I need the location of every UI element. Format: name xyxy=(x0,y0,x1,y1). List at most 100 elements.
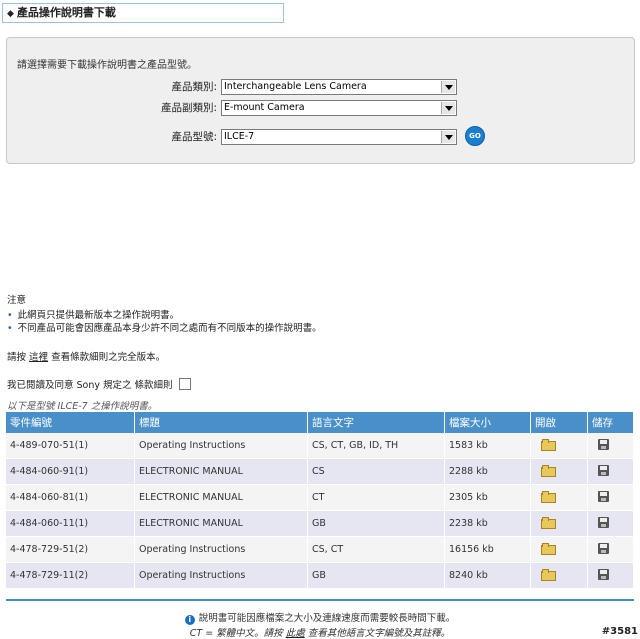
subcategory-row: 產品副類別: E-mount Camera xyxy=(7,99,634,117)
manuals-table: 零件編號 標題 語言文字 檔案大小 開啟 儲存 4-489-070-51(1) … xyxy=(6,412,634,589)
file-size: 16156 kb xyxy=(444,536,531,563)
manual-language: CS, CT xyxy=(307,536,445,563)
manual-title: Operating Instructions xyxy=(134,562,308,589)
column-header-size: 檔案大小 xyxy=(444,412,531,433)
manual-language: CT xyxy=(307,484,445,511)
terms-prefix: 請按 xyxy=(7,352,27,363)
column-header-part: 零件編號 xyxy=(6,412,135,433)
open-folder-icon[interactable] xyxy=(541,465,556,477)
agree-checkbox[interactable] xyxy=(178,378,191,390)
save-cell xyxy=(587,484,634,511)
table-row: 4-484-060-81(1) ELECTRONIC MANUAL CT 230… xyxy=(6,484,634,511)
part-number: 4-484-060-81(1) xyxy=(6,484,135,511)
agree-label: 我已閱讀及同意 Sony 規定之 條款細則 xyxy=(7,380,173,391)
model-select[interactable]: ILCE-7 xyxy=(221,129,457,145)
footer-line1: 說明書可能因應檔案之大小及連線速度而需要較長時間下載。 xyxy=(198,613,456,624)
open-cell xyxy=(530,433,588,459)
save-disk-icon[interactable] xyxy=(598,490,609,502)
category-label: 產品類別: xyxy=(171,81,217,93)
note-item: 不同產品可能會因應產品本身少許不同之處而有不同版本的操作說明書。 xyxy=(7,322,322,335)
subcategory-select-value: E-mount Camera xyxy=(224,102,305,113)
open-cell xyxy=(530,484,588,511)
category-select-value: Interchangeable Lens Camera xyxy=(224,81,367,92)
save-disk-icon[interactable] xyxy=(598,516,609,528)
note-item: 此網頁只提供最新版本之操作說明書。 xyxy=(7,309,322,322)
table-row: 4-478-729-11(2) Operating Instructions G… xyxy=(6,562,634,589)
subcategory-label: 產品副類別: xyxy=(160,102,217,114)
selector-instruction: 請選擇需要下載操作說明書之產品型號。 xyxy=(17,60,197,71)
file-size: 2305 kb xyxy=(444,484,531,511)
watermark-label: #3581 xyxy=(601,626,638,637)
save-cell xyxy=(587,562,634,589)
language-codes-link[interactable]: 此處 xyxy=(286,628,305,639)
manual-title: ELECTRONIC MANUAL xyxy=(134,510,308,537)
terms-link[interactable]: 這裡 xyxy=(29,352,48,363)
manual-title: Operating Instructions xyxy=(134,536,308,563)
save-disk-icon[interactable] xyxy=(598,568,609,580)
part-number: 4-478-729-51(2) xyxy=(6,536,135,563)
part-number: 4-484-060-91(1) xyxy=(6,458,135,485)
model-row: 產品型號: ILCE-7 GO xyxy=(7,126,634,146)
category-row: 產品類別: Interchangeable Lens Camera xyxy=(7,78,634,96)
open-folder-icon[interactable] xyxy=(541,569,556,581)
manual-title: ELECTRONIC MANUAL xyxy=(134,458,308,485)
open-cell xyxy=(530,458,588,485)
save-cell xyxy=(587,433,634,459)
column-header-language: 語言文字 xyxy=(307,412,445,433)
dropdown-arrow-icon[interactable] xyxy=(441,131,455,143)
footer-line2-suffix: 查看其他語言文字編號及其註釋。 xyxy=(307,628,451,639)
notes-section: 注意 此網頁只提供最新版本之操作說明書。 不同產品可能會因應產品本身少許不同之處… xyxy=(7,292,322,335)
save-disk-icon[interactable] xyxy=(598,542,609,554)
agree-row: 我已閱讀及同意 Sony 規定之 條款細則 xyxy=(7,377,191,391)
manual-title: ELECTRONIC MANUAL xyxy=(134,484,308,511)
save-cell xyxy=(587,536,634,563)
manual-language: CS xyxy=(307,458,445,485)
footer-divider xyxy=(6,599,634,601)
model-select-value: ILCE-7 xyxy=(224,131,255,142)
save-disk-icon[interactable] xyxy=(598,438,609,450)
footer-notice: i 說明書可能因應檔案之大小及連線速度而需要較長時間下載。 xyxy=(0,610,640,625)
info-icon: i xyxy=(184,615,195,625)
file-size: 1583 kb xyxy=(444,433,531,459)
part-number: 4-478-729-11(2) xyxy=(6,562,135,589)
diamond-icon: ◆ xyxy=(7,9,14,19)
open-cell xyxy=(530,510,588,537)
product-selector-panel: 請選擇需要下載操作說明書之產品型號。 產品類別: Interchangeable… xyxy=(6,37,635,164)
open-folder-icon[interactable] xyxy=(541,517,556,529)
column-header-title: 標題 xyxy=(134,412,308,433)
save-cell xyxy=(587,458,634,485)
file-size: 2238 kb xyxy=(444,510,531,537)
model-label: 產品型號: xyxy=(171,131,217,143)
open-folder-icon[interactable] xyxy=(541,543,556,555)
category-select[interactable]: Interchangeable Lens Camera xyxy=(221,79,457,95)
notes-title: 注意 xyxy=(7,295,27,306)
column-header-save: 儲存 xyxy=(587,412,634,433)
go-button[interactable]: GO xyxy=(465,126,485,146)
footer-language-note: CT = 繁體中文。請按 此處 查看其他語言文字編號及其註釋。 xyxy=(0,625,640,639)
open-cell xyxy=(530,562,588,589)
open-folder-icon[interactable] xyxy=(541,439,556,451)
page-title-box: ◆ 產品操作說明書下載 xyxy=(2,3,284,23)
table-header-row: 零件編號 標題 語言文字 檔案大小 開啟 儲存 xyxy=(6,412,634,433)
terms-line: 請按 這裡 查看條款細則之完全版本。 xyxy=(7,349,165,363)
subcategory-select[interactable]: E-mount Camera xyxy=(221,100,457,116)
terms-suffix: 查看條款細則之完全版本。 xyxy=(51,352,166,363)
manual-language: GB xyxy=(307,510,445,537)
dropdown-arrow-icon[interactable] xyxy=(441,81,455,93)
save-cell xyxy=(587,510,634,537)
open-folder-icon[interactable] xyxy=(541,491,556,503)
page-title: 產品操作說明書下載 xyxy=(16,6,116,19)
open-cell xyxy=(530,536,588,563)
save-disk-icon[interactable] xyxy=(598,464,609,476)
table-row: 4-484-060-91(1) ELECTRONIC MANUAL CS 228… xyxy=(6,458,634,485)
part-number: 4-484-060-11(1) xyxy=(6,510,135,537)
manual-language: GB xyxy=(307,562,445,589)
dropdown-arrow-icon[interactable] xyxy=(441,102,455,114)
manual-language: CS, CT, GB, ID, TH xyxy=(307,433,445,459)
manual-title: Operating Instructions xyxy=(134,433,308,459)
footer-line2-prefix: CT = 繁體中文。請按 xyxy=(189,628,283,639)
part-number: 4-489-070-51(1) xyxy=(6,433,135,459)
file-size: 8240 kb xyxy=(444,562,531,589)
table-row: 4-484-060-11(1) ELECTRONIC MANUAL GB 223… xyxy=(6,510,634,537)
column-header-open: 開啟 xyxy=(530,412,588,433)
